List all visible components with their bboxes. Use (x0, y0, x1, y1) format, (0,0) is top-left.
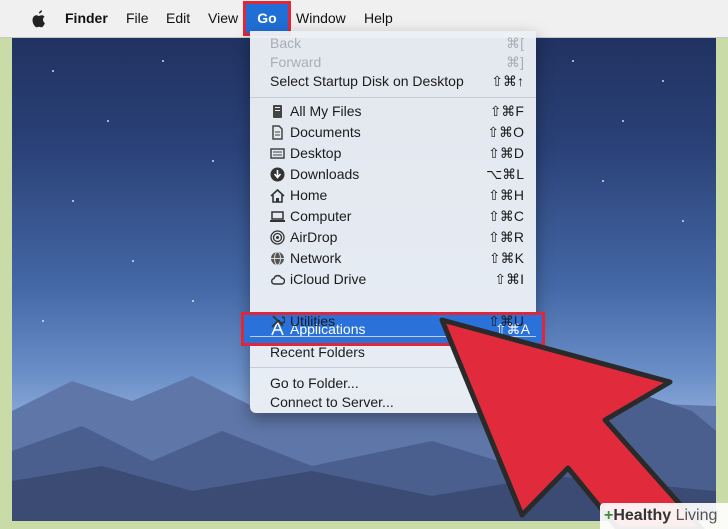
menu-item-icloud-drive[interactable]: iCloud Drive ⇧⌘I (250, 269, 536, 290)
shortcut-label: ⇧⌘O (487, 124, 524, 140)
computer-icon (270, 211, 285, 222)
shortcut-label: ⇧⌘↑ (491, 73, 524, 89)
downloads-icon (270, 167, 285, 182)
all-files-icon (273, 105, 282, 118)
shortcut-label: ⇧⌘H (488, 187, 524, 203)
shortcut-label: ⌘] (506, 54, 524, 70)
menu-item-home[interactable]: Home ⇧⌘H (250, 185, 536, 206)
menu-item-label: Home (290, 187, 328, 203)
menu-item-label: Forward (270, 54, 322, 70)
shortcut-label: ⇧⌘K (488, 250, 524, 266)
menu-item-label: AirDrop (290, 229, 338, 245)
home-icon (270, 188, 285, 203)
shortcut-label: ⇧⌘C (488, 208, 524, 224)
menu-file[interactable]: File (126, 0, 149, 37)
menu-item-back[interactable]: Back ⌘[ (250, 33, 536, 54)
menu-item-label: Recent Folders (270, 344, 365, 360)
shortcut-label: ⇧⌘R (488, 229, 524, 245)
icloud-icon (271, 274, 285, 285)
menu-item-label: Network (290, 250, 342, 266)
utilities-icon (271, 315, 285, 328)
menu-item-label: Documents (290, 124, 361, 140)
menu-item-downloads[interactable]: Downloads ⌥⌘L (250, 164, 536, 185)
shortcut-label: ⇧⌘F (489, 103, 524, 119)
menu-item-label: Downloads (290, 166, 360, 182)
apple-icon[interactable] (30, 10, 46, 28)
menu-item-label: Go to Folder... (270, 375, 359, 391)
menu-item-label: Desktop (290, 145, 342, 161)
watermark-word-1: Healthy (613, 507, 672, 524)
menu-item-label: All My Files (290, 103, 362, 119)
menu-item-select-startup-disk[interactable]: Select Startup Disk on Desktop ⇧⌘↑ (250, 71, 536, 92)
menu-item-label: Back (270, 35, 302, 51)
shortcut-label: ⇧⌘I (494, 271, 524, 287)
menu-separator (250, 97, 536, 98)
menu-item-label: Computer (290, 208, 352, 224)
network-icon (271, 251, 284, 266)
menu-item-network[interactable]: Network ⇧⌘K (250, 248, 536, 269)
watermark-word-2: Living (675, 507, 718, 524)
menu-item-forward[interactable]: Forward ⌘] (250, 52, 536, 73)
menu-item-label: Utilities (290, 313, 336, 329)
shortcut-label: ⌥⌘L (486, 166, 524, 182)
shortcut-label: ⌘[ (506, 35, 524, 51)
watermark-logo: +Healthy Living (600, 503, 728, 529)
menu-item-label: iCloud Drive (290, 271, 367, 287)
shortcut-label: ⇧⌘D (488, 145, 524, 161)
plus-icon: + (604, 507, 614, 524)
menu-view[interactable]: View (208, 0, 238, 37)
airdrop-icon (270, 230, 285, 245)
menu-item-label: Connect to Server... (270, 394, 394, 410)
desktop-icon (270, 148, 285, 159)
menu-edit[interactable]: Edit (166, 0, 190, 37)
menu-finder[interactable]: Finder (65, 0, 108, 37)
menu-item-documents[interactable]: Documents ⇧⌘O (250, 122, 536, 143)
menu-item-all-my-files[interactable]: All My Files ⇧⌘F (250, 101, 536, 122)
menu-item-computer[interactable]: Computer ⇧⌘C (250, 206, 536, 227)
menu-item-airdrop[interactable]: AirDrop ⇧⌘R (250, 227, 536, 248)
menu-item-desktop[interactable]: Desktop ⇧⌘D (250, 143, 536, 164)
menu-item-label: Select Startup Disk on Desktop (270, 73, 464, 89)
annotation-arrow (439, 317, 705, 529)
documents-icon (272, 125, 283, 140)
menu-go[interactable]: Go (243, 1, 291, 36)
